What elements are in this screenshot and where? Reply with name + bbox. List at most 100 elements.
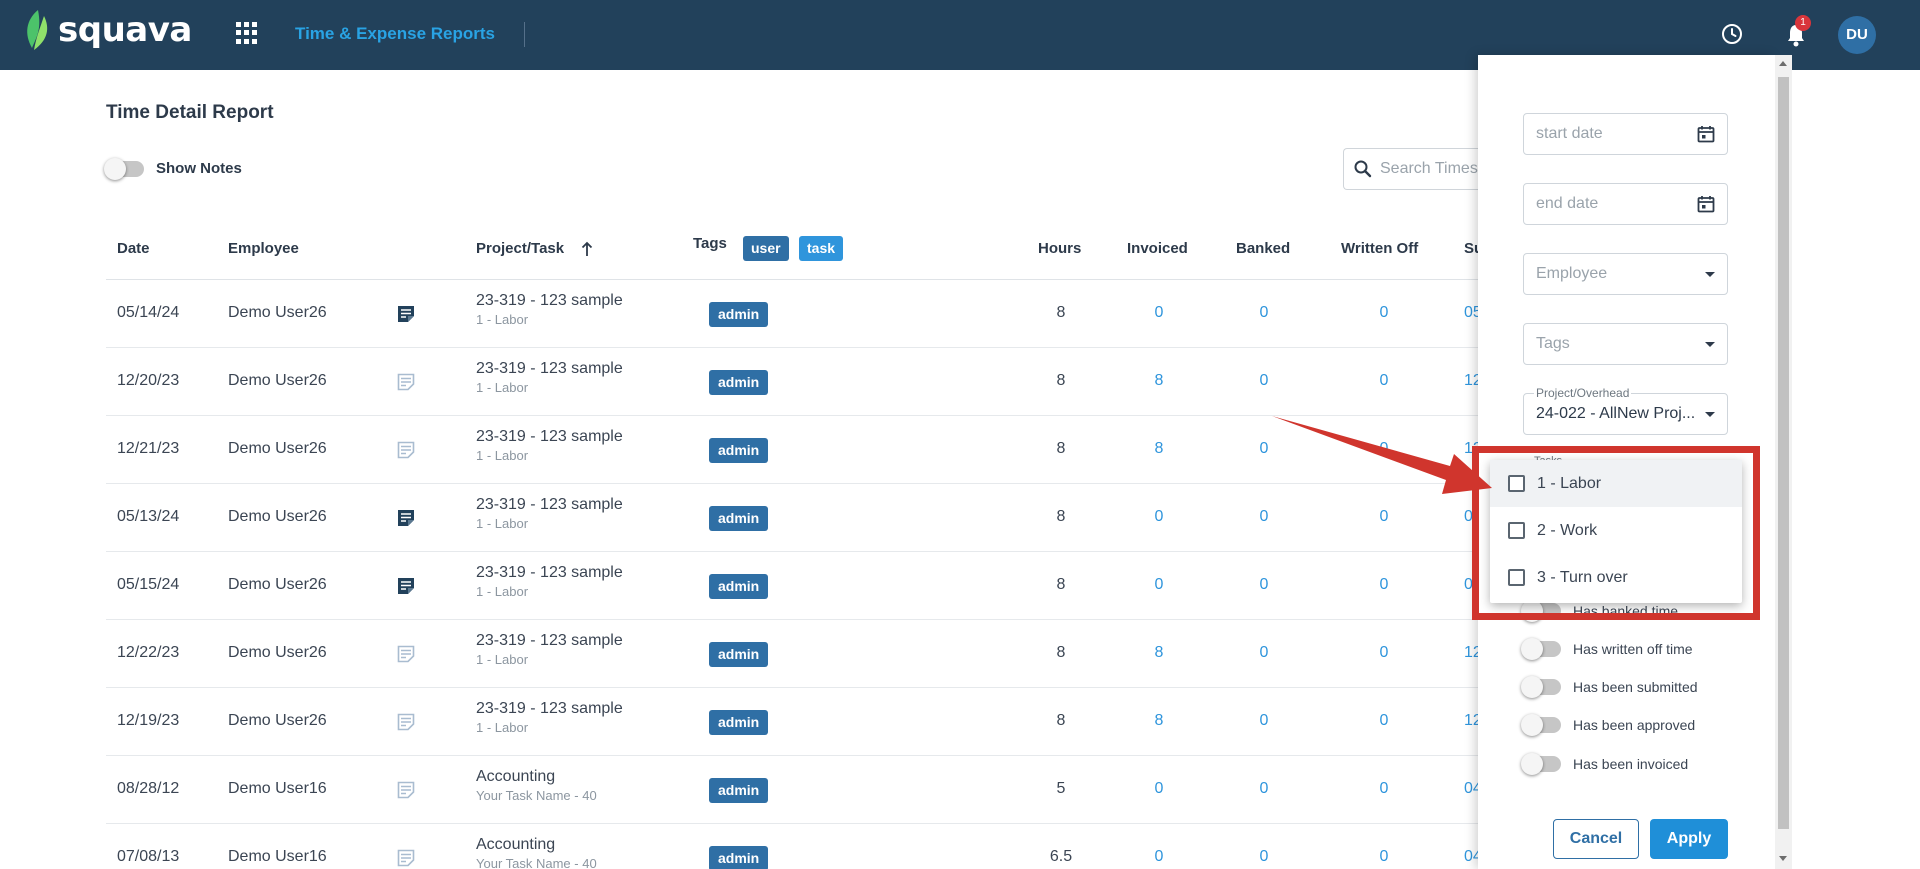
column-header-employee[interactable]: Employee [228,240,299,257]
note-filled-icon[interactable] [396,304,416,324]
row-project[interactable]: 23-319 - 123 sample 1 - Labor [476,428,623,463]
row-project[interactable]: Accounting Your Task Name - 40 [476,836,597,869]
row-project[interactable]: 23-319 - 123 sample 1 - Labor [476,700,623,735]
note-outline-icon[interactable] [396,372,416,392]
row-project[interactable]: 23-319 - 123 sample 1 - Labor [476,292,623,327]
row-project[interactable]: Accounting Your Task Name - 40 [476,768,597,803]
row-hours: 8 [1056,712,1066,729]
row-written-off-link[interactable]: 0 [1354,644,1414,662]
note-filled-icon[interactable] [396,576,416,596]
row-written-off-link[interactable]: 0 [1354,372,1414,390]
row-hours: 6.5 [1049,848,1073,865]
note-outline-icon[interactable] [396,780,416,800]
note-outline-icon[interactable] [396,712,416,732]
row-banked-link[interactable]: 0 [1234,780,1294,798]
row-banked-link[interactable]: 0 [1234,508,1294,526]
table-row[interactable]: 12/20/23 Demo User26 23-319 - 123 sample… [106,348,1482,416]
end-date-field[interactable]: end date [1523,183,1728,225]
row-invoiced-link[interactable]: 0 [1129,780,1189,798]
table-row[interactable]: 12/19/23 Demo User26 23-319 - 123 sample… [106,688,1482,756]
app-title-link[interactable]: Time & Expense Reports [295,24,495,44]
row-written-off-link[interactable]: 0 [1354,780,1414,798]
row-project[interactable]: 23-319 - 123 sample 1 - Labor [476,360,623,395]
search-input[interactable] [1380,160,1480,178]
toggle-has-been-submitted[interactable]: Has been submitted [1521,676,1698,698]
toggle-switch[interactable] [1521,676,1561,698]
note-outline-icon[interactable] [396,848,416,868]
row-date: 12/20/23 [117,372,180,389]
calendar-icon[interactable] [1697,125,1715,143]
toggle-switch[interactable] [1521,638,1561,660]
scroll-up-arrow-icon[interactable] [1779,61,1787,66]
table-row[interactable]: 05/14/24 Demo User26 23-319 - 123 sample… [106,280,1482,348]
row-written-off-link[interactable]: 0 [1354,712,1414,730]
row-written-off-link[interactable]: 0 [1354,848,1414,866]
tag-filter-task[interactable]: task [799,236,844,261]
user-avatar[interactable]: DU [1838,16,1876,54]
search-box[interactable] [1343,148,1483,190]
cancel-button[interactable]: Cancel [1553,819,1639,859]
row-invoiced-link[interactable]: 8 [1129,644,1189,662]
row-banked-link[interactable]: 0 [1234,644,1294,662]
show-notes-label: Show Notes [156,160,242,177]
table-row[interactable]: 08/28/12 Demo User16 Accounting Your Task… [106,756,1482,824]
end-date-placeholder: end date [1536,195,1599,212]
row-banked-link[interactable]: 0 [1234,372,1294,390]
squava-logo[interactable]: squava [22,8,192,52]
row-invoiced-link[interactable]: 8 [1129,440,1189,458]
chevron-down-icon [1705,271,1715,277]
note-outline-icon[interactable] [396,644,416,664]
toggle-has-been-approved[interactable]: Has been approved [1521,714,1695,736]
table-row[interactable]: 12/22/23 Demo User26 23-319 - 123 sample… [106,620,1482,688]
row-invoiced-link[interactable]: 8 [1129,712,1189,730]
show-notes-switch[interactable] [104,157,144,180]
sort-ascending-icon[interactable] [581,241,593,257]
row-banked-link[interactable]: 0 [1234,848,1294,866]
start-date-field[interactable]: start date [1523,113,1728,155]
row-banked-link[interactable]: 0 [1234,576,1294,594]
scrollbar-thumb[interactable] [1778,77,1789,829]
note-filled-icon[interactable] [396,508,416,528]
row-employee: Demo User26 [228,372,327,389]
employee-select[interactable]: Employee [1523,253,1728,295]
toggle-has-written-off-time[interactable]: Has written off time [1521,638,1693,660]
tag-filter-user[interactable]: user [743,236,789,261]
row-invoiced-link[interactable]: 8 [1129,372,1189,390]
column-header-hours[interactable]: Hours [1038,240,1081,257]
task-name: 1 - Labor [476,652,529,667]
column-header-invoiced[interactable]: Invoiced [1127,240,1188,257]
calendar-icon[interactable] [1697,195,1715,213]
row-invoiced-link[interactable]: 0 [1129,576,1189,594]
row-invoiced-link[interactable]: 0 [1129,848,1189,866]
toggle-switch[interactable] [1521,714,1561,736]
table-row[interactable]: 07/08/13 Demo User16 Accounting Your Task… [106,824,1482,869]
column-header-project[interactable]: Project/Task [476,240,564,257]
table-row[interactable]: 05/15/24 Demo User26 23-319 - 123 sample… [106,552,1482,620]
column-header-date[interactable]: Date [117,240,150,257]
show-notes-toggle[interactable]: Show Notes [104,157,242,180]
clock-icon[interactable] [1720,22,1744,46]
row-banked-link[interactable]: 0 [1234,712,1294,730]
tags-select[interactable]: Tags [1523,323,1728,365]
row-project[interactable]: 23-319 - 123 sample 1 - Labor [476,496,623,531]
row-invoiced-link[interactable]: 0 [1129,304,1189,322]
column-header-written-off[interactable]: Written Off [1341,240,1418,257]
row-invoiced-link[interactable]: 0 [1129,508,1189,526]
row-written-off-link[interactable]: 0 [1354,304,1414,322]
apply-button[interactable]: Apply [1650,819,1728,859]
row-project[interactable]: 23-319 - 123 sample 1 - Labor [476,564,623,599]
toggle-switch[interactable] [1521,753,1561,775]
row-banked-link[interactable]: 0 [1234,304,1294,322]
row-written-off-link[interactable]: 0 [1354,508,1414,526]
column-header-banked[interactable]: Banked [1236,240,1290,257]
scroll-down-arrow-icon[interactable] [1779,856,1787,861]
row-date: 07/08/13 [117,848,180,865]
toggle-has-been-invoiced[interactable]: Has been invoiced [1521,753,1689,775]
row-date: 05/15/24 [117,576,180,593]
row-written-off-link[interactable]: 0 [1354,576,1414,594]
apps-grid-icon[interactable] [236,22,258,44]
row-project[interactable]: 23-319 - 123 sample 1 - Labor [476,632,623,667]
toggle-label: Has been invoiced [1573,756,1689,772]
note-outline-icon[interactable] [396,440,416,460]
filter-panel-scrollbar[interactable] [1775,55,1792,869]
